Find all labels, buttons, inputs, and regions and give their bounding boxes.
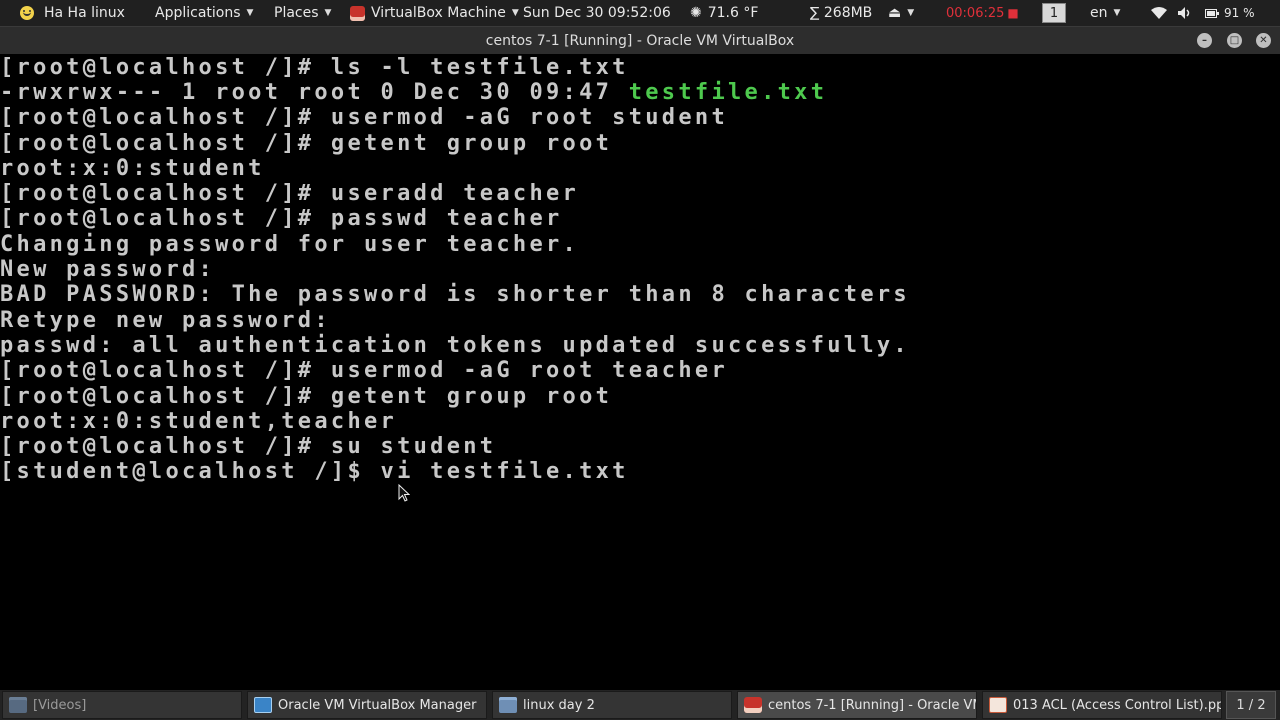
memory-text: ∑ 268MB [810,5,873,21]
user-label: Ha Ha linux [44,5,125,21]
terminal-line: [root@localhost /]# passwd teacher [0,206,563,231]
terminal-screen[interactable]: [root@localhost /]# ls -l testfile.txt -… [0,54,1280,690]
weather[interactable]: ✺ 71.6 °F [690,0,758,26]
virtualbox-manager-icon [254,697,272,713]
task-videos[interactable]: [Videos] [2,691,242,719]
language-menu[interactable]: en ▼ [1090,0,1120,26]
applications-label: Applications [155,5,241,21]
window-title-bar[interactable]: centos 7-1 [Running] - Oracle VM Virtual… [0,26,1280,55]
places-menu[interactable]: Places ▼ [274,0,331,26]
workspace-number: 1 [1042,3,1066,23]
task-label: 013 ACL (Access Control List).ppt... [1013,697,1222,713]
terminal-line: [root@localhost /]# getent group root [0,131,613,156]
weather-icon: ✺ [690,5,702,21]
caret-down-icon: ▼ [907,8,915,18]
caret-down-icon: ▼ [324,8,332,18]
terminal-line: root:x:0:student [0,156,265,181]
folder-icon [499,697,517,713]
task-virtualbox-manager[interactable]: Oracle VM VirtualBox Manager [247,691,487,719]
terminal-line: [student@localhost /]$ vi testfile.txt [0,459,629,484]
terminal-line-text: -rwxrwx--- 1 root root 0 Dec 30 09:47 [0,80,629,105]
eject-menu[interactable]: ⏏ ▼ [888,0,914,26]
task-label: [Videos] [33,697,87,713]
vbox-machine-menu[interactable]: VirtualBox Machine ▼ [350,0,519,26]
taskbar: [Videos] Oracle VM VirtualBox Manager li… [0,690,1280,720]
terminal-line: [root@localhost /]# usermod -aG root tea… [0,358,728,383]
maximize-button[interactable]: □ [1227,33,1242,48]
terminal-line: -rwxrwx--- 1 root root 0 Dec 30 09:47 te… [0,80,827,105]
caret-down-icon: ▼ [511,8,519,18]
virtualbox-icon [744,697,762,713]
terminal-line: [root@localhost /]# su student [0,434,497,459]
minimize-button[interactable]: – [1197,33,1212,48]
record-icon: ■ [1007,6,1019,20]
terminal-green-filename: testfile.txt [628,80,828,105]
terminal-line: [root@localhost /]# getent group root [0,384,613,409]
user-menu[interactable]: Ha Ha linux [20,0,125,26]
caret-down-icon: ▼ [1113,8,1121,18]
clock[interactable]: Sun Dec 30 09:52:06 [523,0,671,26]
eject-icon: ⏏ [888,5,902,21]
workspace-switcher[interactable]: 1 [1042,0,1066,26]
presentation-file-icon [989,697,1007,713]
applications-menu[interactable]: Applications ▼ [155,0,253,26]
volume-icon[interactable] [1177,0,1193,26]
places-label: Places [274,5,319,21]
task-linux-day-2[interactable]: linux day 2 [492,691,732,719]
terminal-line: Retype new password: [0,308,331,333]
task-label: Oracle VM VirtualBox Manager [278,697,477,713]
terminal-line: [root@localhost /]# useradd teacher [0,181,580,206]
terminal-line: root:x:0:student,teacher [0,409,398,434]
task-label: centos 7-1 [Running] - Oracle VM... [768,697,977,713]
vbox-label: VirtualBox Machine [371,5,506,21]
terminal-line: [root@localhost /]# ls -l testfile.txt [0,55,629,80]
folder-icon [9,697,27,713]
task-label: linux day 2 [523,697,595,713]
datetime-text: Sun Dec 30 09:52:06 [523,5,671,21]
virtualbox-icon [350,5,365,21]
memory-monitor[interactable]: ∑ 268MB [810,0,872,26]
wifi-icon[interactable] [1151,0,1167,26]
caret-down-icon: ▼ [246,8,254,18]
close-button[interactable]: ✕ [1256,33,1271,48]
terminal-line: [root@localhost /]# usermod -aG root stu… [0,105,728,130]
mouse-pointer-icon [398,484,410,502]
task-acl-presentation[interactable]: 013 ACL (Access Control List).ppt... [982,691,1222,719]
terminal-line: New password: [0,257,216,282]
task-centos-vm[interactable]: centos 7-1 [Running] - Oracle VM... [737,691,977,719]
timer-text: 00:06:25 [946,5,1005,21]
battery-indicator[interactable]: 91 % [1205,0,1255,26]
window-title: centos 7-1 [Running] - Oracle VM Virtual… [485,33,795,49]
language-text: en [1090,5,1108,21]
temperature-text: 71.6 °F [707,5,759,21]
terminal-line: Changing password for user teacher. [0,232,580,257]
smiley-icon [20,6,34,20]
terminal-line: passwd: all authentication tokens update… [0,333,910,358]
terminal-line: BAD PASSWORD: The password is shorter th… [0,282,910,307]
workspace-pager[interactable]: 1 / 2 [1226,691,1276,719]
recording-timer[interactable]: 00:06:25 ■ [946,0,1019,26]
battery-icon [1205,8,1219,18]
top-panel: Ha Ha linux Applications ▼ Places ▼ Virt… [0,0,1280,26]
battery-text: 91 % [1224,6,1255,20]
